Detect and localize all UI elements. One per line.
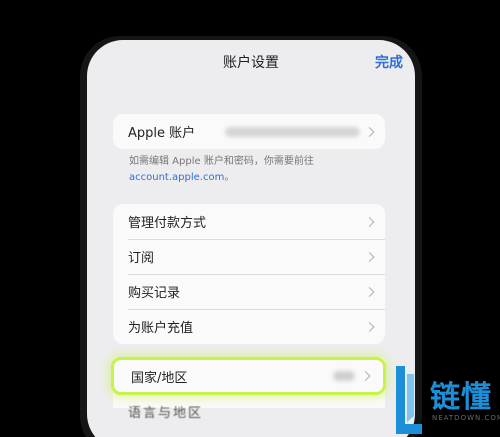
- footnote-suffix: 。: [224, 172, 235, 183]
- redacted-account-email: [225, 126, 360, 137]
- watermark-logo: 链懂 NEATDOWN.COM: [388, 362, 500, 437]
- payment-group: 管理付款方式 订阅 购买记录 为账户充值: [113, 204, 385, 344]
- done-button[interactable]: 完成: [375, 52, 403, 72]
- country-region-label: 国家/地区: [131, 370, 188, 386]
- chevron-right-icon: [364, 126, 375, 137]
- watermark-domain: NEATDOWN.COM: [432, 414, 500, 422]
- menu-item-label: 管理付款方式: [128, 216, 207, 231]
- menu-item-add-funds[interactable]: 为账户充值: [113, 309, 385, 344]
- menu-item-label: 订阅: [128, 251, 155, 266]
- redacted-region-value: [333, 371, 355, 381]
- chevron-right-icon: [364, 216, 375, 227]
- chevron-right-icon: [360, 371, 371, 381]
- account-link[interactable]: account.apple.com: [129, 172, 224, 183]
- menu-item-label: 为账户充值: [128, 321, 194, 336]
- footnote-text: 如需编辑 Apple 账户和密码，你需要前往: [129, 156, 314, 167]
- chevron-right-icon: [364, 286, 375, 297]
- page-title: 账户设置: [223, 55, 279, 71]
- watermark-l-icon: [396, 366, 422, 434]
- chevron-right-icon: [364, 251, 375, 262]
- menu-item-subscriptions[interactable]: 订阅: [113, 239, 385, 274]
- watermark-brand: 链懂: [430, 380, 492, 415]
- country-region-row[interactable]: 国家/地区: [111, 357, 386, 395]
- menu-item-manage-payment[interactable]: 管理付款方式: [113, 204, 385, 239]
- apple-account-row[interactable]: Apple 账户: [113, 114, 385, 149]
- language-region-row[interactable]: 语言与地区: [128, 402, 203, 421]
- chevron-right-icon: [364, 321, 375, 332]
- menu-item-purchase-history[interactable]: 购买记录: [113, 274, 385, 309]
- apple-account-label: Apple 账户: [128, 126, 196, 141]
- menu-item-label: 购买记录: [128, 286, 181, 301]
- account-footnote: 如需编辑 Apple 账户和密码，你需要前往 account.apple.com…: [129, 154, 389, 186]
- apple-account-group: Apple 账户: [113, 114, 385, 149]
